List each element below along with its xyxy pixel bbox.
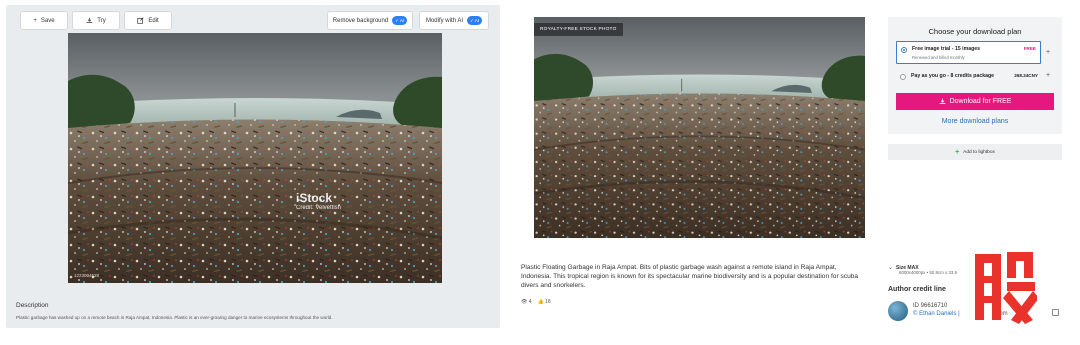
author-credit-heading: Author credit line [888,286,946,293]
price-package: 268.24CNY [1014,73,1038,78]
plus-icon: + [955,148,960,156]
plan-option-free-trial[interactable]: Free image trial - 15 images Renewed and… [896,41,1041,64]
copy-icon[interactable] [1052,309,1059,316]
ocean-garbage-image [534,17,865,238]
plan-title: Choose your download plan [928,27,1022,36]
download-icon [86,17,93,23]
remove-background-button[interactable]: Remove background ✓ AI [327,11,413,30]
royalty-free-badge: ROYALTY-FREE STOCK PHOTO [534,23,623,36]
save-button[interactable]: + Save [20,11,68,30]
watermark-credit: Credit: Velvetfish [296,205,342,211]
stock-photo-preview[interactable]: ROYALTY-FREE STOCK PHOTO [534,17,865,238]
author-id: ID 96616710 [913,303,948,309]
likes-count: 👍 18 [537,299,551,305]
modify-with-ai-button[interactable]: Modify with AI ✓ AI [419,11,489,30]
photo-description: Plastic Floating Garbage in Raja Ampat. … [521,264,859,289]
ai-badge: ✓ AI [392,16,408,25]
description-text: Plastic garbage has washed up on a remot… [16,315,333,320]
thumb-icon: 👍 [537,299,544,305]
expand-plus-icon[interactable]: + [1046,49,1050,56]
watermark-id: 1223004628 [74,273,100,278]
description-heading: Description [16,302,49,309]
try-button[interactable]: Try [72,11,120,30]
ai-badge: ✓ AI [466,16,483,25]
eye-icon: 👁 [521,299,528,305]
add-to-lightbox-button[interactable]: + Add to lightbox [888,144,1062,160]
author-avatar[interactable] [888,301,908,321]
edit-button[interactable]: Edit [124,11,172,30]
ocean-garbage-image [68,33,442,283]
preview-photo[interactable]: iStock Credit: Velvetfish 1223004628 [68,33,442,283]
size-detail: 6000x4000px • 50.8cm x 33.9 [899,270,957,275]
istock-preview-panel: + Save Try Edit Remove background ✓ AI M… [6,5,500,328]
radio-unselected[interactable] [900,74,906,80]
chevron-down-icon: ⌄ [888,265,894,271]
download-plan-box: Choose your download plan Free image tri… [888,17,1062,134]
views-count: 👁 4 [521,299,532,305]
more-plans-link[interactable]: More download plans [888,118,1062,125]
red-brand-logo [975,252,1037,324]
edit-icon [137,17,144,24]
istock-watermark-logo: iStock [296,191,333,205]
download-button[interactable]: Download for FREE [896,93,1054,110]
download-icon [939,98,945,105]
plus-icon: + [33,17,37,24]
expand-plus-icon[interactable]: + [1046,72,1050,79]
price-free: FREE [1023,46,1036,51]
plan-option-pay-as-you-go[interactable]: Pay as you go - 8 credits package [911,73,994,79]
radio-selected[interactable] [901,47,907,53]
photo-stats: 👁 4 👍 18 [521,299,551,305]
